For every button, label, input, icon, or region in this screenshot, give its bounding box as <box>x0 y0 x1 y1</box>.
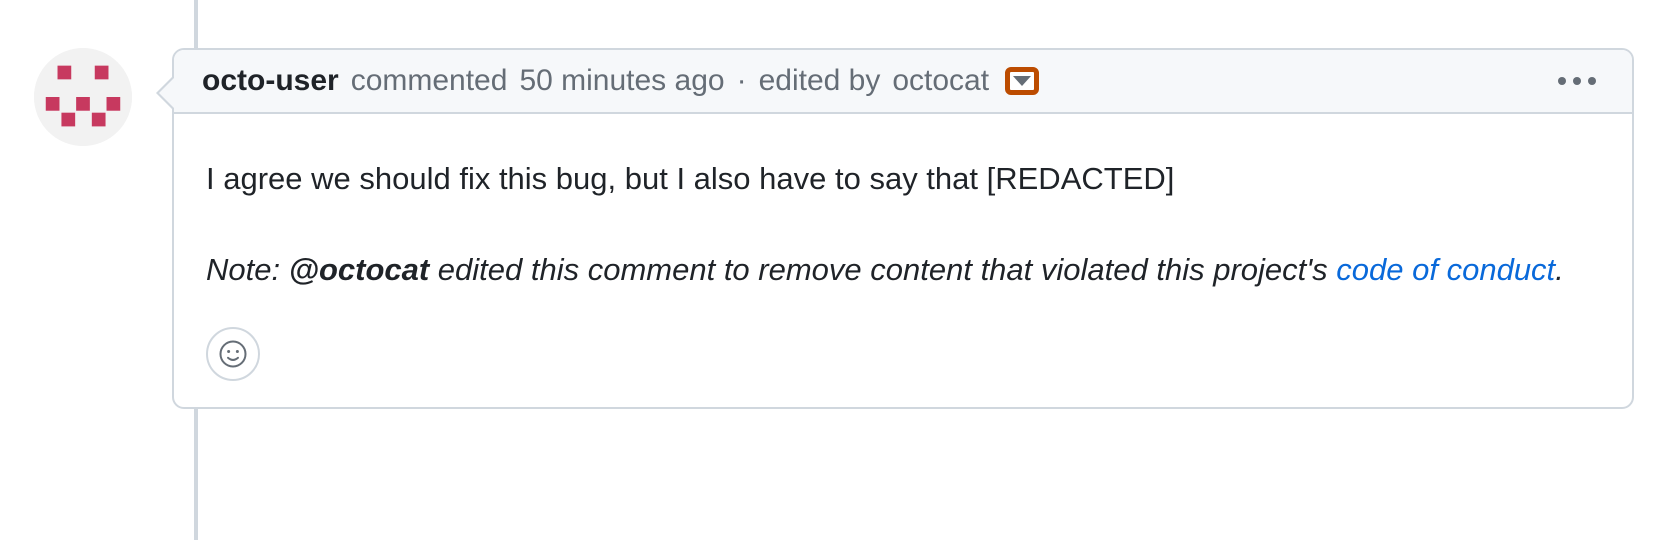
comment-header-left: octo-user commented 50 minutes ago · edi… <box>202 64 1039 98</box>
edited-prefix: edited by <box>759 64 881 98</box>
note-mention[interactable]: @octocat <box>289 252 429 287</box>
kebab-dot-icon <box>1573 77 1581 85</box>
comment-action: commented <box>351 64 508 98</box>
comment-caret-icon <box>156 76 173 110</box>
note-mid: edited this comment to remove content th… <box>429 252 1336 287</box>
comment-body: I agree we should fix this bug, but I al… <box>174 114 1632 407</box>
comment-container: octo-user commented 50 minutes ago · edi… <box>34 48 1634 409</box>
smiley-icon <box>218 339 248 369</box>
comment-author[interactable]: octo-user <box>202 64 339 98</box>
note-prefix: Note: <box>206 252 289 287</box>
caret-down-icon <box>1013 76 1031 86</box>
avatar[interactable] <box>34 48 132 146</box>
separator-dot: · <box>737 64 747 98</box>
comment-box: octo-user commented 50 minutes ago · edi… <box>172 48 1634 409</box>
code-of-conduct-link[interactable]: code of conduct <box>1336 252 1555 287</box>
comment-actions-menu[interactable] <box>1550 71 1604 91</box>
note-suffix: . <box>1555 252 1564 287</box>
add-reaction-button[interactable] <box>206 327 260 381</box>
kebab-dot-icon <box>1588 77 1596 85</box>
comment-timestamp[interactable]: 50 minutes ago <box>519 64 724 98</box>
edited-by-user[interactable]: octocat <box>892 64 989 98</box>
avatar-pattern-icon <box>34 48 132 146</box>
comment-header: octo-user commented 50 minutes ago · edi… <box>174 50 1632 114</box>
comment-text: I agree we should fix this bug, but I al… <box>206 156 1600 203</box>
kebab-dot-icon <box>1558 77 1566 85</box>
moderation-note: Note: @octocat edited this comment to re… <box>206 247 1600 294</box>
edit-history-dropdown[interactable] <box>1005 67 1039 95</box>
